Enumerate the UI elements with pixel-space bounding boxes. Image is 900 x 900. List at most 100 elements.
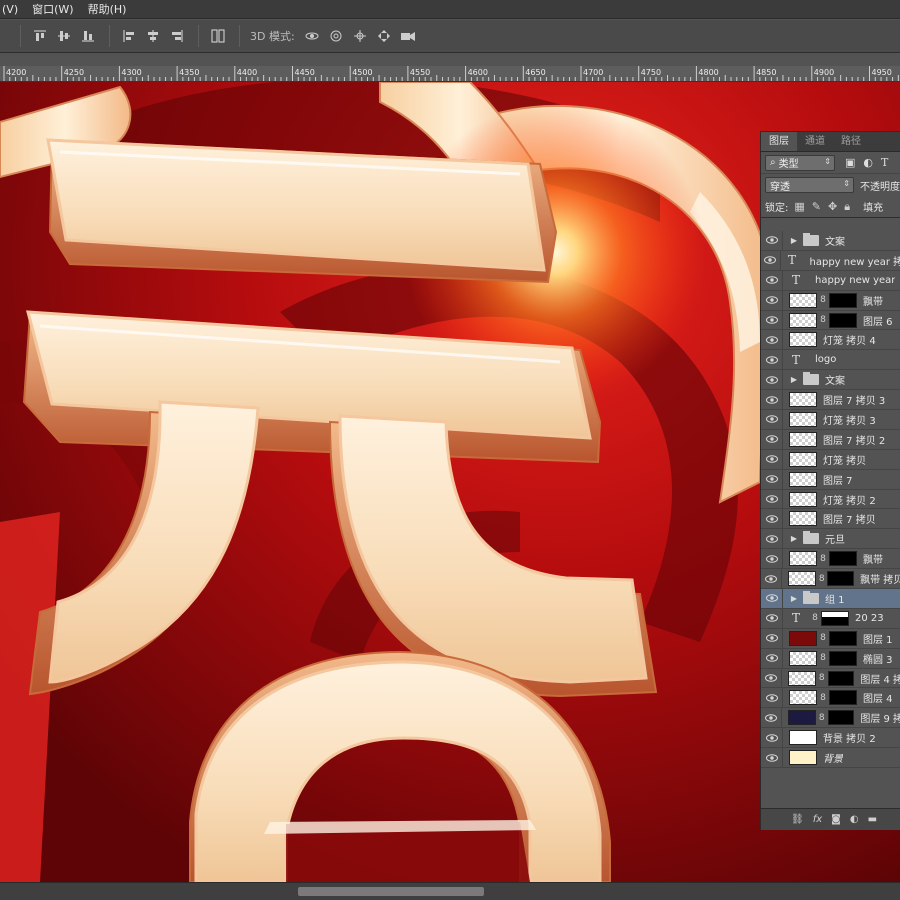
layer-thumbnail[interactable] <box>789 411 817 427</box>
link-icon[interactable]: 8 <box>819 632 827 644</box>
tab-paths[interactable]: 路径 <box>833 132 869 151</box>
menu-help[interactable]: 帮助(H) <box>88 1 127 17</box>
folder-icon[interactable]: ▬ <box>868 814 877 825</box>
layer-mask-thumbnail[interactable] <box>827 571 855 587</box>
mask-icon[interactable]: ◙ <box>831 814 841 825</box>
layer-mask-thumbnail[interactable] <box>829 551 857 567</box>
expand-arrow-icon[interactable]: ▶ <box>789 534 799 543</box>
layer-row[interactable]: 8 飘带 <box>761 290 900 311</box>
link-icon[interactable]: ⛓ <box>791 814 804 825</box>
scrollbar-thumb[interactable] <box>298 887 484 896</box>
lock-transparent-icon[interactable]: ▦ <box>794 200 804 213</box>
align-bottom-icon[interactable] <box>77 25 99 47</box>
layer-row[interactable]: 8 图层 9 拷 <box>761 708 900 729</box>
layer-thumbnail[interactable] <box>789 312 817 328</box>
layer-row[interactable]: ▶ 文案 <box>761 370 900 391</box>
layer-thumbnail[interactable] <box>789 690 817 706</box>
layer-row[interactable]: 8 图层 4 <box>761 688 900 709</box>
visibility-eye-icon[interactable] <box>761 748 783 768</box>
layer-row[interactable]: 背景 <box>761 748 900 769</box>
visibility-eye-icon[interactable] <box>761 449 783 469</box>
layer-thumbnail[interactable] <box>789 551 817 567</box>
fx-icon[interactable]: fx <box>813 814 822 825</box>
layer-thumbnail[interactable] <box>789 750 817 766</box>
layer-row[interactable]: 图层 7 拷贝 <box>761 509 900 530</box>
layer-row[interactable]: ▶ 文案 <box>761 230 900 251</box>
menu-view[interactable]: (V) <box>2 3 18 16</box>
layer-thumbnail[interactable] <box>789 392 817 408</box>
lock-brush-icon[interactable]: ✎ <box>812 200 821 213</box>
link-icon[interactable]: 8 <box>819 294 827 306</box>
lock-all-icon[interactable]: 🔒︎ <box>844 200 850 214</box>
layer-row[interactable]: ▶ 元旦 <box>761 529 900 550</box>
layer-thumbnail[interactable] <box>789 471 817 487</box>
align-vcenter-icon[interactable] <box>53 25 75 47</box>
visibility-eye-icon[interactable] <box>761 549 783 569</box>
layer-mask-thumbnail[interactable] <box>827 710 855 726</box>
layer-row[interactable]: 背景 拷贝 2 <box>761 728 900 749</box>
visibility-eye-icon[interactable] <box>761 370 783 390</box>
3d-roll-icon[interactable] <box>325 25 347 47</box>
layer-row[interactable]: 灯笼 拷贝 <box>761 449 900 470</box>
layer-row[interactable]: 8 图层 4 拷 <box>761 668 900 689</box>
layer-mask-thumbnail[interactable] <box>827 670 855 686</box>
visibility-eye-icon[interactable] <box>761 429 783 449</box>
layer-mask-thumbnail[interactable] <box>821 610 849 626</box>
expand-arrow-icon[interactable]: ▶ <box>789 236 799 245</box>
align-top-icon[interactable] <box>29 25 51 47</box>
layer-thumbnail[interactable] <box>789 332 817 348</box>
visibility-eye-icon[interactable] <box>761 230 783 250</box>
link-icon[interactable]: 8 <box>811 612 819 624</box>
visibility-eye-icon[interactable] <box>761 469 783 489</box>
link-icon[interactable]: 8 <box>819 692 827 704</box>
visibility-eye-icon[interactable] <box>761 569 782 589</box>
layer-mask-thumbnail[interactable] <box>829 630 857 646</box>
layer-thumbnail[interactable] <box>789 451 817 467</box>
layer-row[interactable]: 8 图层 6 <box>761 310 900 331</box>
layer-row[interactable]: 图层 7 拷贝 2 <box>761 429 900 450</box>
layer-thumbnail[interactable] <box>787 571 816 587</box>
visibility-eye-icon[interactable] <box>761 509 783 529</box>
visibility-eye-icon[interactable] <box>761 290 783 310</box>
visibility-eye-icon[interactable] <box>761 588 783 608</box>
layer-thumbnail[interactable] <box>789 431 817 447</box>
filter-image-icon[interactable]: ▣ <box>845 156 855 169</box>
layer-row[interactable]: Thappy new year 拷贝 <box>761 250 900 271</box>
visibility-eye-icon[interactable] <box>761 489 783 509</box>
filter-kind-dropdown[interactable]: ⌕ 类型 ⇕ <box>765 154 835 171</box>
visibility-eye-icon[interactable] <box>761 648 783 668</box>
adjustment-icon[interactable]: ◐ <box>850 814 859 825</box>
align-hcenter-icon[interactable] <box>142 25 164 47</box>
layer-thumbnail[interactable] <box>789 650 817 666</box>
link-icon[interactable]: 8 <box>818 712 826 724</box>
layer-mask-thumbnail[interactable] <box>829 650 857 666</box>
blend-mode-dropdown[interactable]: 穿透 ⇕ <box>765 177 854 193</box>
filter-adjustment-icon[interactable]: ◐ <box>863 156 873 169</box>
layer-row[interactable]: Tlogo <box>761 350 900 371</box>
horizontal-scrollbar[interactable] <box>0 882 900 900</box>
filter-text-icon[interactable]: T <box>881 156 888 169</box>
layer-row[interactable]: T 8 20 23 <box>761 608 900 629</box>
visibility-eye-icon[interactable] <box>761 529 783 549</box>
visibility-eye-icon[interactable] <box>761 250 781 270</box>
layer-thumbnail[interactable] <box>789 730 817 746</box>
3d-camera-icon[interactable] <box>397 25 419 47</box>
layer-thumbnail[interactable] <box>789 511 817 527</box>
3d-slide-icon[interactable] <box>373 25 395 47</box>
align-left-icon[interactable] <box>118 25 140 47</box>
layer-row[interactable]: 灯笼 拷贝 4 <box>761 330 900 351</box>
distribute-icon[interactable] <box>207 25 229 47</box>
layer-thumbnail[interactable] <box>789 491 817 507</box>
layer-thumbnail[interactable] <box>789 292 817 308</box>
link-icon[interactable]: 8 <box>818 573 826 585</box>
link-icon[interactable]: 8 <box>818 672 826 684</box>
expand-arrow-icon[interactable]: ▶ <box>789 594 799 603</box>
visibility-eye-icon[interactable] <box>761 310 783 330</box>
visibility-eye-icon[interactable] <box>761 708 782 728</box>
layer-thumbnail[interactable] <box>787 670 816 686</box>
tab-layers[interactable]: 图层 <box>761 132 797 151</box>
layer-row[interactable]: 图层 7 <box>761 469 900 490</box>
visibility-eye-icon[interactable] <box>761 350 783 370</box>
3d-pan-icon[interactable] <box>349 25 371 47</box>
layer-mask-thumbnail[interactable] <box>829 312 857 328</box>
